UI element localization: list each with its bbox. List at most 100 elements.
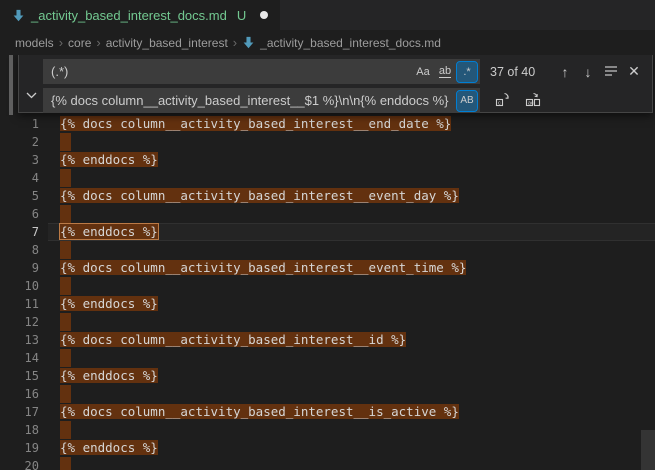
- find-query: (.*): [51, 64, 411, 79]
- find-match: {% docs column__activity_based_interest_…: [60, 116, 451, 131]
- code-line[interactable]: 7{% enddocs %}: [0, 223, 655, 241]
- code-line[interactable]: 2: [0, 133, 655, 151]
- close-find-button[interactable]: ✕: [624, 61, 644, 83]
- find-widget-toggle[interactable]: [19, 55, 43, 112]
- find-match: {% docs column__activity_based_interest_…: [60, 188, 459, 203]
- replace-query: {% docs column__activity_based_interest_…: [51, 93, 455, 108]
- line-number: 6: [0, 205, 48, 223]
- code-line[interactable]: 13{% docs column__activity_based_interes…: [0, 331, 655, 349]
- git-status-badge: U: [237, 8, 246, 23]
- line-number: 1: [0, 115, 48, 133]
- find-in-selection-button[interactable]: [601, 61, 621, 83]
- arrow-up-icon: ↑: [562, 64, 569, 80]
- chevron-right-icon: ›: [59, 35, 63, 50]
- line-number: 16: [0, 385, 48, 403]
- find-match: {% docs column__activity_based_interest_…: [60, 260, 466, 275]
- markdown-icon: [242, 36, 255, 49]
- replace-button[interactable]: c: [492, 90, 514, 112]
- code-line[interactable]: 14: [0, 349, 655, 367]
- find-widget-resize-sash[interactable]: [9, 55, 13, 115]
- code-line[interactable]: 19 {% enddocs %}: [0, 439, 655, 457]
- previous-match-button[interactable]: ↑: [555, 61, 575, 83]
- code-line[interactable]: 9 {% docs column__activity_based_interest…: [0, 259, 655, 277]
- tab-filename: _activity_based_interest_docs.md: [31, 8, 227, 23]
- find-match-empty: [60, 457, 71, 470]
- preserve-case-button[interactable]: AB: [457, 91, 477, 111]
- find-match-empty: [60, 205, 71, 223]
- selection-lines-icon: [604, 64, 618, 80]
- line-number: 18: [0, 421, 48, 439]
- svg-text:c: c: [498, 100, 501, 106]
- find-match-empty: [60, 133, 71, 151]
- code-line[interactable]: 3{% enddocs %}: [0, 151, 655, 169]
- arrow-down-icon: ↓: [585, 64, 592, 80]
- find-match-empty: [60, 169, 71, 187]
- next-match-button[interactable]: ↓: [578, 61, 598, 83]
- regex-button[interactable]: .*: [457, 62, 477, 82]
- line-number: 15: [0, 367, 48, 385]
- code-line[interactable]: 11 {% enddocs %}: [0, 295, 655, 313]
- line-number: 17: [0, 403, 48, 421]
- line-number: 10: [0, 277, 48, 295]
- find-match: {% enddocs %}: [60, 296, 158, 311]
- find-widget: (.*) Aa ab .* 37 of 40 ↑ ↓ ✕ {% docs: [18, 55, 653, 113]
- find-match: {% enddocs %}: [60, 368, 158, 383]
- line-number: 8: [0, 241, 48, 259]
- code-line[interactable]: 18: [0, 421, 655, 439]
- line-number: 20: [0, 457, 48, 470]
- line-number: 14: [0, 349, 48, 367]
- markdown-icon: [12, 9, 25, 22]
- line-number: 2: [0, 133, 48, 151]
- replace-all-icon: ac: [525, 91, 541, 110]
- line-number: 19: [0, 439, 48, 457]
- scrollbar-thumb[interactable]: [641, 430, 655, 470]
- editor-tab[interactable]: _activity_based_interest_docs.md U: [0, 0, 280, 30]
- breadcrumb-item-models[interactable]: models: [15, 36, 54, 50]
- line-number: 11: [0, 295, 48, 313]
- find-match: {% enddocs %}: [60, 152, 158, 167]
- line-number: 9: [0, 259, 48, 277]
- chevron-right-icon: ›: [233, 35, 237, 50]
- find-match: {% docs column__activity_based_interest_…: [60, 332, 406, 347]
- find-match-empty: [60, 385, 71, 403]
- find-match-current: {% enddocs %}: [60, 224, 158, 239]
- code-lines: 1{% docs column__activity_based_interest…: [0, 55, 655, 470]
- code-line[interactable]: 8: [0, 241, 655, 259]
- modified-dot-icon[interactable]: [260, 11, 268, 19]
- find-match-empty: [60, 277, 71, 295]
- find-match-empty: [60, 241, 71, 259]
- breadcrumb: models › core › activity_based_interest …: [0, 30, 655, 55]
- find-match-empty: [60, 313, 71, 331]
- code-line[interactable]: 12: [0, 313, 655, 331]
- find-match: {% enddocs %}: [60, 440, 158, 455]
- chevron-down-icon: [26, 87, 37, 102]
- line-number: 5: [0, 187, 48, 205]
- breadcrumb-file[interactable]: _activity_based_interest_docs.md: [242, 36, 441, 50]
- line-number: 4: [0, 169, 48, 187]
- editor: (.*) Aa ab .* 37 of 40 ↑ ↓ ✕ {% docs: [0, 55, 655, 470]
- replace-input[interactable]: {% docs column__activity_based_interest_…: [43, 88, 480, 113]
- code-line[interactable]: 6: [0, 205, 655, 223]
- breadcrumb-item-activity-based-interest[interactable]: activity_based_interest: [106, 36, 228, 50]
- find-match: {% docs column__activity_based_interest_…: [60, 404, 459, 419]
- find-match-empty: [60, 421, 71, 439]
- code-line[interactable]: 20: [0, 457, 655, 470]
- breadcrumb-item-core[interactable]: core: [68, 36, 91, 50]
- svg-text:ac: ac: [528, 100, 534, 106]
- code-line[interactable]: 15 {% enddocs %}: [0, 367, 655, 385]
- find-input[interactable]: (.*) Aa ab .*: [43, 59, 480, 84]
- find-results-count: 37 of 40: [490, 65, 552, 79]
- replace-icon: c: [495, 91, 511, 110]
- code-line[interactable]: 1 {% docs column__activity_based_interest…: [0, 115, 655, 133]
- close-icon: ✕: [628, 63, 640, 80]
- code-line[interactable]: 17 {% docs column__activity_based_interes…: [0, 403, 655, 421]
- replace-all-button[interactable]: ac: [522, 90, 544, 112]
- line-number: 12: [0, 313, 48, 331]
- match-case-button[interactable]: Aa: [413, 62, 433, 82]
- code-line[interactable]: 5 {% docs column__activity_based_interest…: [0, 187, 655, 205]
- breadcrumb-filename: _activity_based_interest_docs.md: [260, 36, 441, 50]
- code-line[interactable]: 16: [0, 385, 655, 403]
- whole-word-button[interactable]: ab: [435, 62, 455, 82]
- code-line[interactable]: 10: [0, 277, 655, 295]
- code-line[interactable]: 4: [0, 169, 655, 187]
